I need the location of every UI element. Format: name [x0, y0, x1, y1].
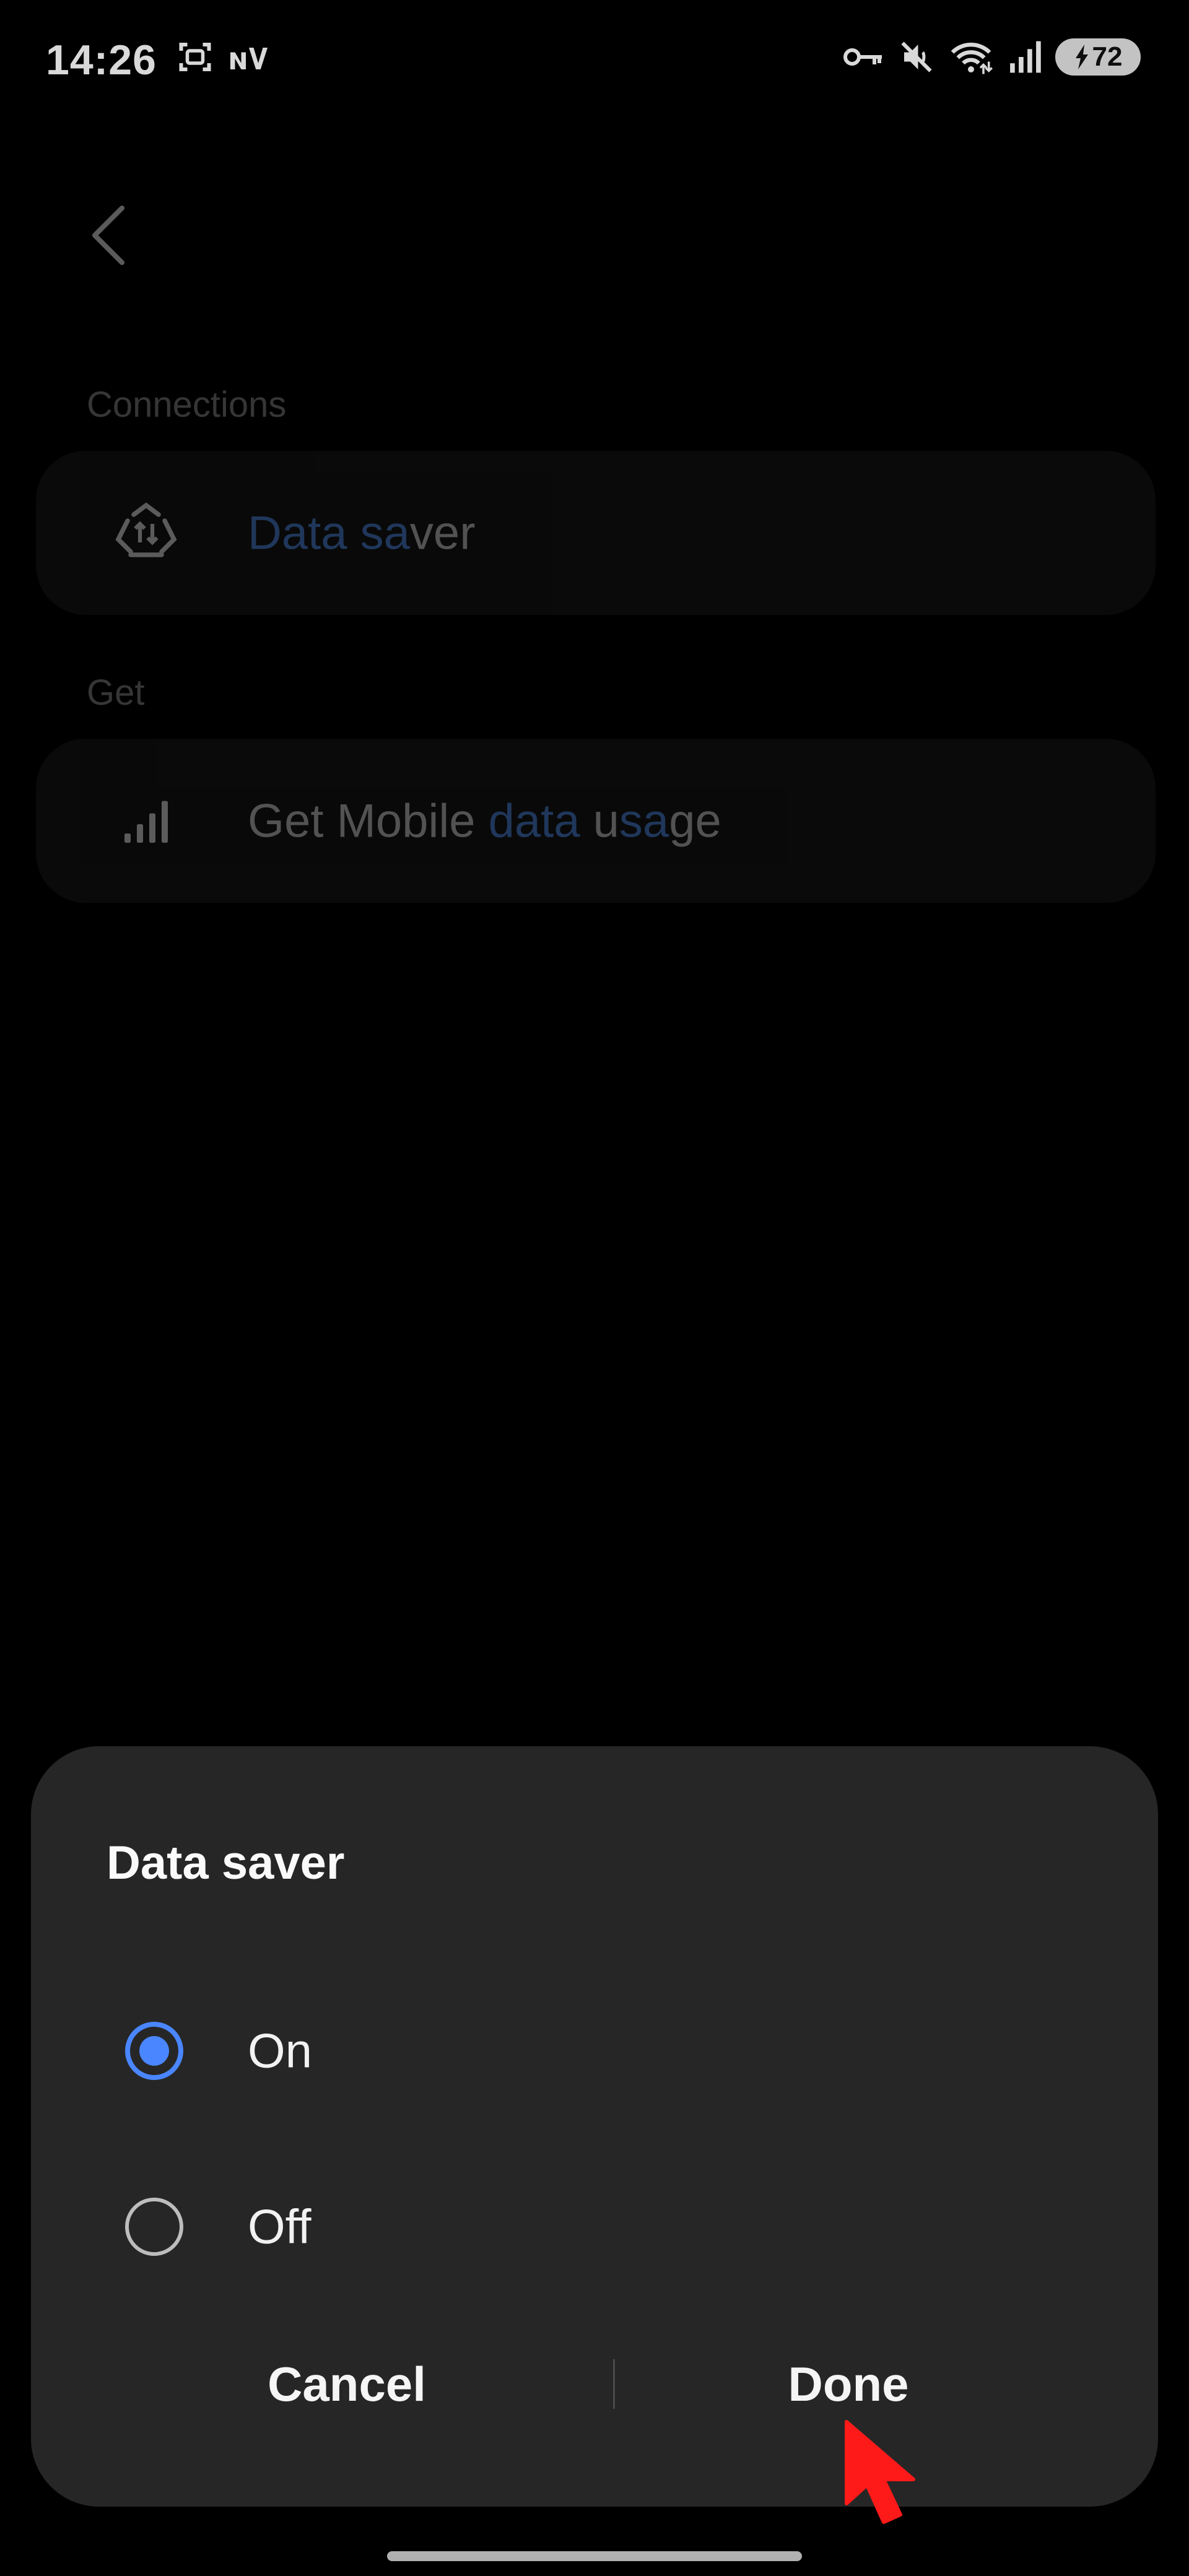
screen: 14:26 72 Connections Data saver Get Get … [0, 0, 1189, 2576]
option-on[interactable]: On [31, 1989, 1158, 2113]
cancel-button[interactable]: Cancel [118, 2341, 576, 2427]
option-off[interactable]: Off [31, 2165, 1158, 2289]
home-indicator[interactable] [387, 2551, 802, 2561]
action-divider [613, 2359, 615, 2409]
dialog-actions: Cancel Done [31, 2341, 1158, 2427]
done-button[interactable]: Done [619, 2341, 1078, 2427]
dialog-title: Data saver [107, 1837, 345, 1889]
pointer-cursor-icon [845, 2420, 915, 2524]
radio-off[interactable] [125, 2198, 183, 2256]
radio-on[interactable] [125, 2022, 183, 2080]
option-on-label: On [248, 2023, 313, 2078]
option-off-label: Off [248, 2199, 311, 2254]
data-saver-dialog: Data saver On Off Cancel Done [31, 1746, 1158, 2507]
